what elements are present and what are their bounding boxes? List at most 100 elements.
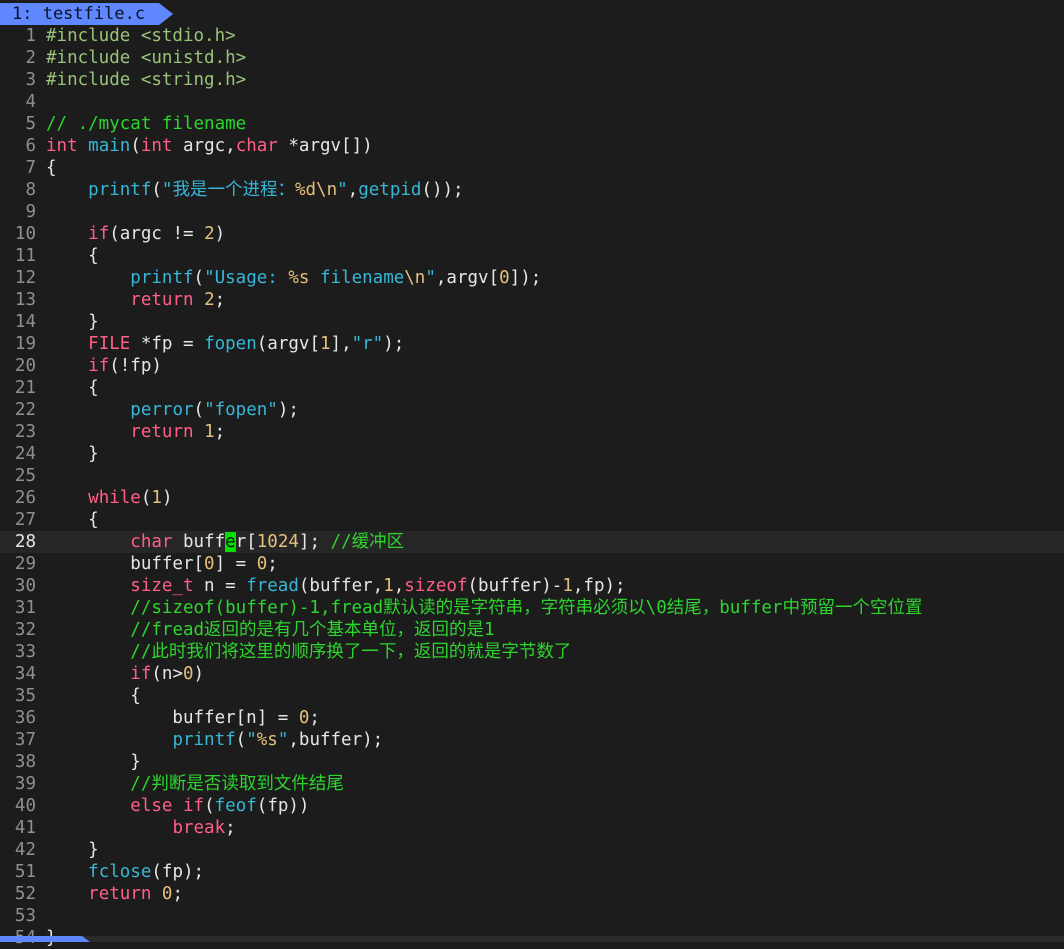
code-line[interactable]: 27 { bbox=[0, 509, 1064, 531]
code-token: 1 bbox=[319, 334, 331, 354]
code-token: 0 bbox=[182, 664, 194, 684]
line-number: 19 bbox=[14, 334, 36, 354]
code-token: 2 bbox=[204, 290, 215, 310]
code-line[interactable]: 22 perror("fopen"); bbox=[0, 399, 1064, 421]
code-line[interactable]: 6 int main(int argc,char *argv[]) bbox=[0, 135, 1064, 157]
code-line[interactable]: 4 bbox=[0, 91, 1064, 113]
code-token: #include <string.h> bbox=[46, 70, 247, 90]
code-token: return bbox=[130, 422, 194, 442]
line-number: 37 bbox=[14, 730, 36, 750]
code-line[interactable]: 21 { bbox=[0, 377, 1064, 399]
code-token: ); bbox=[277, 400, 299, 420]
code-token: while bbox=[88, 488, 141, 508]
code-token: (argv[ bbox=[256, 334, 320, 354]
code-line[interactable]: 23 return 1; bbox=[0, 421, 1064, 443]
code-token: %s bbox=[256, 730, 278, 750]
code-token: 0 bbox=[256, 554, 268, 574]
code-line[interactable]: 41 break; bbox=[0, 817, 1064, 839]
code-line[interactable]: 7{ bbox=[0, 157, 1064, 179]
line-number: 8 bbox=[25, 180, 36, 200]
code-line[interactable]: 13 return 2; bbox=[0, 289, 1064, 311]
line-number: 2 bbox=[25, 48, 36, 68]
code-line[interactable]: 1 #include <stdio.h> bbox=[0, 25, 1064, 47]
line-code: if(!fp) bbox=[46, 356, 162, 376]
code-line[interactable]: 12 printf("Usage: %s filename\n",argv[0]… bbox=[0, 267, 1064, 289]
code-line[interactable]: 31 //sizeof(buffer)-1,fread默认读的是字符串，字符串必… bbox=[0, 597, 1064, 619]
line-number: 21 bbox=[14, 378, 36, 398]
code-editor[interactable]: 1 #include <stdio.h> 2 #include <unistd.h> 3… bbox=[0, 25, 1064, 949]
code-line[interactable]: 9 bbox=[0, 201, 1064, 223]
line-number: 39 bbox=[14, 774, 36, 794]
code-line[interactable]: 40 else if(feof(fp)) bbox=[0, 795, 1064, 817]
code-line[interactable]: 5 // ./mycat filename bbox=[0, 113, 1064, 135]
code-line[interactable]: 24 } bbox=[0, 443, 1064, 465]
code-line[interactable]: 34 if(n>0) bbox=[0, 663, 1064, 685]
line-number: 26 bbox=[14, 488, 36, 508]
line-code: char buffer[1024]; //缓冲区 bbox=[46, 532, 404, 552]
code-line[interactable]: 20 if(!fp) bbox=[0, 355, 1064, 377]
line-code: //此时我们将这里的顺序换了一下，返回的就是字节数了 bbox=[46, 642, 571, 662]
line-number: 4 bbox=[25, 92, 36, 112]
line-number: 52 bbox=[14, 884, 36, 904]
line-code: perror("fopen"); bbox=[46, 400, 299, 420]
code-token: 1 bbox=[383, 576, 394, 596]
code-line[interactable]: 10 if(argc != 2) bbox=[0, 223, 1064, 245]
code-line[interactable]: 37 printf("%s",buffer); bbox=[0, 729, 1064, 751]
line-number: 13 bbox=[14, 290, 36, 310]
code-token: ()); bbox=[421, 180, 464, 200]
code-token: ; bbox=[214, 422, 226, 442]
code-line[interactable]: 2 #include <unistd.h> bbox=[0, 47, 1064, 69]
line-number: 28 bbox=[14, 532, 36, 552]
code-token: ( bbox=[140, 488, 152, 508]
code-line[interactable]: 33 //此时我们将这里的顺序换了一下，返回的就是字节数了 bbox=[0, 641, 1064, 663]
code-line[interactable]: 36 buffer[n] = 0; bbox=[0, 707, 1064, 729]
line-number: 14 bbox=[14, 312, 36, 332]
code-token: n = bbox=[193, 576, 247, 596]
code-line[interactable]: 32 //fread返回的是有几个基本单位，返回的是1 bbox=[0, 619, 1064, 641]
code-line[interactable]: 30 size_t n = fread(buffer,1,sizeof(buff… bbox=[0, 575, 1064, 597]
code-line[interactable]: 29 buffer[0] = 0; bbox=[0, 553, 1064, 575]
code-line[interactable]: 42 } bbox=[0, 839, 1064, 861]
line-number: 38 bbox=[14, 752, 36, 772]
line-number: 5 bbox=[25, 114, 36, 134]
code-line[interactable]: 3 #include <string.h> bbox=[0, 69, 1064, 91]
line-number: 27 bbox=[14, 510, 36, 530]
tab-testfile[interactable]: 1: testfile.c bbox=[0, 3, 173, 25]
code-token: %d\n bbox=[294, 180, 338, 200]
code-line[interactable]: 26 while(1) bbox=[0, 487, 1064, 509]
code-line[interactable]: 25 bbox=[0, 465, 1064, 487]
code-line[interactable]: 52 return 0; bbox=[0, 883, 1064, 905]
line-number: 36 bbox=[14, 708, 36, 728]
code-line-current[interactable]: 28 char buffer[1024]; //缓冲区 bbox=[0, 531, 1064, 553]
code-line[interactable]: 38 } bbox=[0, 751, 1064, 773]
code-line[interactable]: 19 FILE *fp = fopen(argv[1],"r"); bbox=[0, 333, 1064, 355]
code-token: 0 bbox=[499, 268, 510, 288]
code-token: "r" bbox=[351, 334, 384, 354]
code-token: 1024 bbox=[256, 532, 299, 552]
code-token: { bbox=[46, 246, 99, 266]
code-line[interactable]: 11 { bbox=[0, 245, 1064, 267]
code-token: // ./mycat filename bbox=[46, 114, 247, 134]
code-line[interactable]: 39 //判断是否读取到文件结尾 bbox=[0, 773, 1064, 795]
code-token: (fp)) bbox=[256, 796, 310, 816]
code-token: getpid bbox=[358, 180, 422, 200]
code-token: if bbox=[88, 224, 110, 244]
status-line bbox=[0, 936, 1064, 942]
code-token: (buffer)- bbox=[467, 576, 563, 596]
code-token: buffer[n] = bbox=[46, 708, 299, 728]
line-number: 20 bbox=[14, 356, 36, 376]
code-token: if bbox=[130, 664, 152, 684]
code-line[interactable]: 51 fclose(fp); bbox=[0, 861, 1064, 883]
code-line[interactable]: 14 } bbox=[0, 311, 1064, 333]
line-code: buffer[0] = 0; bbox=[46, 554, 278, 574]
code-line[interactable]: 35 { bbox=[0, 685, 1064, 707]
code-line[interactable]: 8 printf("我是一个进程：%d\n",getpid()); bbox=[0, 179, 1064, 201]
code-line[interactable]: 53 bbox=[0, 905, 1064, 927]
line-number: 9 bbox=[25, 202, 36, 222]
line-code: else if(feof(fp)) bbox=[46, 796, 309, 816]
